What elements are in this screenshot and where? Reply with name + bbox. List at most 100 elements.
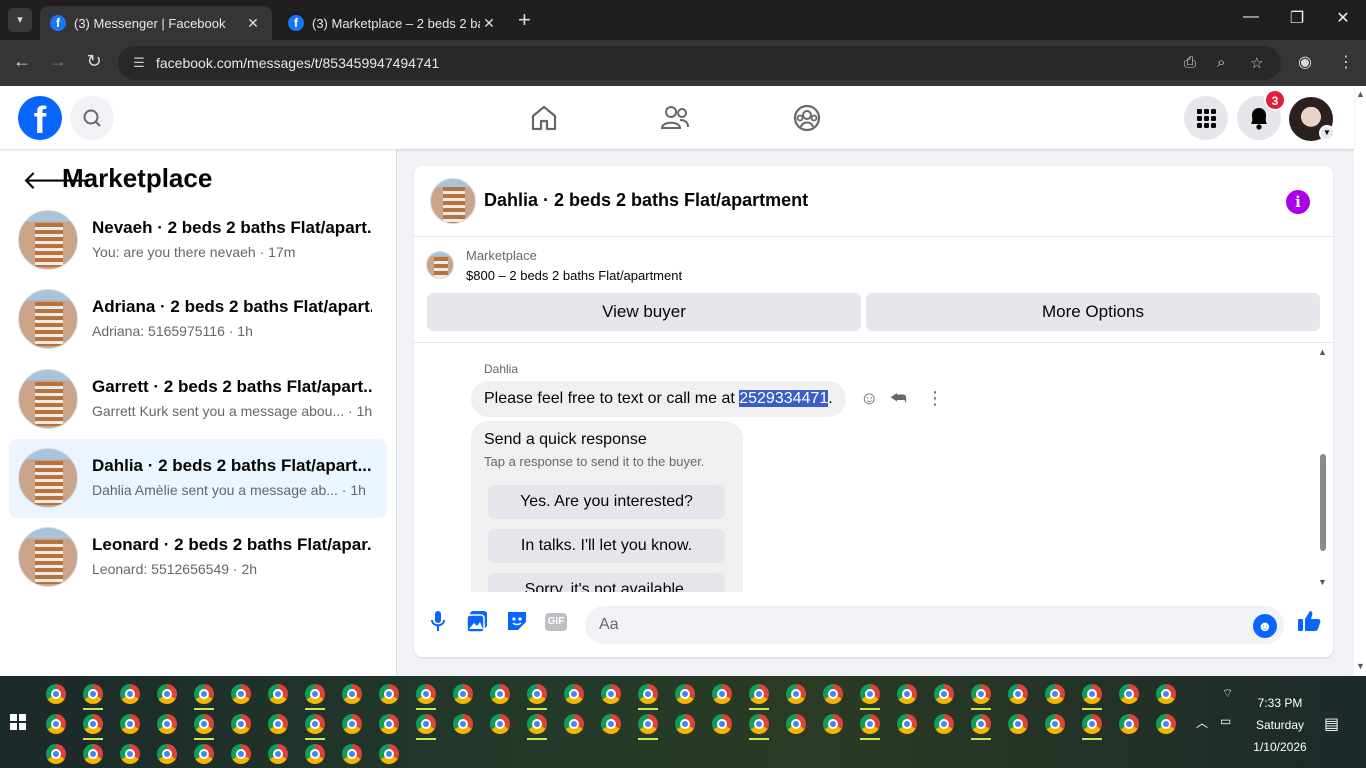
chat-title[interactable]: Dahlia · 2 beds 2 baths Flat/apartment bbox=[484, 190, 808, 211]
taskbar-app-icon[interactable] bbox=[342, 714, 362, 734]
forward-icon[interactable]: → bbox=[46, 51, 70, 72]
message-bubble[interactable]: Please feel free to text or call me at 2… bbox=[471, 381, 846, 417]
taskbar-app-icon[interactable] bbox=[897, 714, 917, 734]
taskbar-app-icon[interactable] bbox=[157, 714, 177, 734]
taskbar-app-icon[interactable] bbox=[786, 714, 806, 734]
conversation-item[interactable]: Nevaeh · 2 beds 2 baths Flat/apart... Yo… bbox=[9, 201, 387, 280]
taskbar-app-icon[interactable] bbox=[638, 714, 658, 734]
taskbar-app-icon[interactable] bbox=[490, 714, 510, 734]
taskbar-app-icon[interactable] bbox=[823, 684, 843, 704]
message-input[interactable] bbox=[585, 606, 1284, 644]
menu-grid-button[interactable] bbox=[1184, 96, 1228, 140]
taskbar-app-icon[interactable] bbox=[749, 684, 769, 704]
taskbar-app-icon[interactable] bbox=[1119, 684, 1139, 704]
taskbar-app-icon[interactable] bbox=[1082, 714, 1102, 734]
scroll-up-icon[interactable]: ▲ bbox=[1318, 347, 1327, 357]
emoji-icon[interactable]: ☻ bbox=[1253, 614, 1277, 638]
message-scrollbar-thumb[interactable] bbox=[1320, 454, 1326, 551]
taskbar-app-icon[interactable] bbox=[120, 744, 140, 764]
url-text[interactable]: facebook.com/messages/t/853459947494741 bbox=[156, 55, 439, 71]
taskbar-app-icon[interactable] bbox=[675, 684, 695, 704]
close-window-icon[interactable]: ✕ bbox=[1328, 8, 1358, 28]
taskbar-app-icon[interactable] bbox=[601, 684, 621, 704]
page-scrollbar[interactable]: ▲ ▼ bbox=[1354, 87, 1366, 676]
taskbar-app-icon[interactable] bbox=[1008, 714, 1028, 734]
zoom-icon[interactable]: ⌕ bbox=[1217, 54, 1225, 71]
taskbar-app-icon[interactable] bbox=[860, 684, 880, 704]
sticker-icon[interactable] bbox=[504, 608, 530, 634]
taskbar-app-icon[interactable] bbox=[194, 714, 214, 734]
battery-icon[interactable]: ▭ bbox=[1220, 714, 1231, 728]
reply-icon[interactable]: ⮪ bbox=[890, 388, 907, 409]
quick-response-option[interactable]: Yes. Are you interested? bbox=[488, 485, 725, 519]
more-actions-icon[interactable]: ⋮ bbox=[926, 388, 944, 409]
view-buyer-button[interactable]: View buyer bbox=[427, 293, 861, 331]
taskbar-app-icon[interactable] bbox=[379, 744, 399, 764]
phone-number-highlighted[interactable]: 2529334471 bbox=[739, 390, 829, 407]
taskbar-app-icon[interactable] bbox=[342, 684, 362, 704]
taskbar-app-icon[interactable] bbox=[712, 684, 732, 704]
taskbar-app-icon[interactable] bbox=[268, 714, 288, 734]
taskbar-app-icon[interactable] bbox=[231, 714, 251, 734]
taskbar-app-icon[interactable] bbox=[601, 714, 621, 734]
more-options-button[interactable]: More Options bbox=[866, 293, 1320, 331]
taskbar-app-icon[interactable] bbox=[342, 744, 362, 764]
taskbar-app-icon[interactable] bbox=[305, 684, 325, 704]
listing-price-title[interactable]: $800 – 2 beds 2 baths Flat/apartment bbox=[466, 268, 682, 283]
taskbar-app-icon[interactable] bbox=[194, 744, 214, 764]
taskbar-app-icon[interactable] bbox=[231, 744, 251, 764]
tab-marketplace[interactable]: f (3) Marketplace – 2 beds 2 baths ✕ bbox=[278, 6, 508, 40]
taskbar-app-icon[interactable] bbox=[897, 684, 917, 704]
taskbar-app-icon[interactable] bbox=[1045, 714, 1065, 734]
search-button[interactable] bbox=[70, 96, 114, 140]
taskbar-app-icon[interactable] bbox=[157, 684, 177, 704]
taskbar-app-icon[interactable] bbox=[379, 684, 399, 704]
taskbar-app-icon[interactable] bbox=[305, 744, 325, 764]
tab-messenger[interactable]: f (3) Messenger | Facebook ✕ bbox=[40, 6, 272, 40]
gif-icon[interactable]: GIF bbox=[545, 613, 567, 631]
system-clock[interactable]: 7:33 PM Saturday 1/10/2026 bbox=[1240, 692, 1320, 758]
bookmark-star-icon[interactable]: ☆ bbox=[1250, 54, 1263, 72]
taskbar-app-icon[interactable] bbox=[1119, 714, 1139, 734]
windows-start-icon[interactable] bbox=[10, 714, 26, 730]
taskbar-app-icon[interactable] bbox=[46, 714, 66, 734]
taskbar-app-icon[interactable] bbox=[83, 714, 103, 734]
taskbar-app-icon[interactable] bbox=[157, 744, 177, 764]
photo-icon[interactable] bbox=[464, 608, 490, 634]
new-tab-button[interactable]: + bbox=[518, 8, 531, 32]
taskbar-app-icon[interactable] bbox=[675, 714, 695, 734]
taskbar-app-icon[interactable] bbox=[379, 714, 399, 734]
taskbar-app-icon[interactable] bbox=[823, 714, 843, 734]
quick-response-option[interactable]: In talks. I'll let you know. bbox=[488, 529, 725, 563]
scroll-down-icon[interactable]: ▼ bbox=[1318, 577, 1327, 587]
taskbar-app-icon[interactable] bbox=[934, 684, 954, 704]
notification-center-icon[interactable]: ▤ bbox=[1324, 714, 1339, 734]
taskbar-app-icon[interactable] bbox=[83, 744, 103, 764]
taskbar-app-icon[interactable] bbox=[46, 684, 66, 704]
address-bar[interactable]: ☰ facebook.com/messages/t/85345994749474… bbox=[118, 46, 1281, 80]
thumbs-up-icon[interactable] bbox=[1296, 608, 1322, 641]
home-icon[interactable] bbox=[529, 103, 559, 133]
listing-thumbnail[interactable] bbox=[426, 251, 454, 279]
taskbar-app-icon[interactable] bbox=[305, 714, 325, 734]
taskbar-app-icon[interactable] bbox=[527, 714, 547, 734]
facebook-logo[interactable]: f bbox=[18, 96, 62, 142]
taskbar-app-icon[interactable] bbox=[712, 714, 732, 734]
taskbar-app-icon[interactable] bbox=[120, 714, 140, 734]
menu-icon[interactable]: ⋮ bbox=[1338, 52, 1354, 72]
taskbar-app-icon[interactable] bbox=[194, 684, 214, 704]
taskbar-app-icon[interactable] bbox=[638, 684, 658, 704]
profile-icon[interactable]: ◉ bbox=[1298, 52, 1312, 72]
taskbar-app-icon[interactable] bbox=[46, 744, 66, 764]
friends-icon[interactable] bbox=[660, 103, 690, 133]
taskbar-app-icon[interactable] bbox=[1156, 714, 1176, 734]
reload-icon[interactable]: ↻ bbox=[82, 51, 106, 72]
taskbar-app-icon[interactable] bbox=[934, 714, 954, 734]
site-info-icon[interactable]: ☰ bbox=[126, 55, 152, 71]
taskbar-app-icon[interactable] bbox=[120, 684, 140, 704]
close-tab-icon[interactable]: ✕ bbox=[480, 15, 498, 32]
taskbar-app-icon[interactable] bbox=[268, 684, 288, 704]
taskbar-app-icon[interactable] bbox=[490, 684, 510, 704]
taskbar-app-icon[interactable] bbox=[527, 684, 547, 704]
network-icon[interactable]: ⌔ bbox=[1222, 686, 1233, 701]
